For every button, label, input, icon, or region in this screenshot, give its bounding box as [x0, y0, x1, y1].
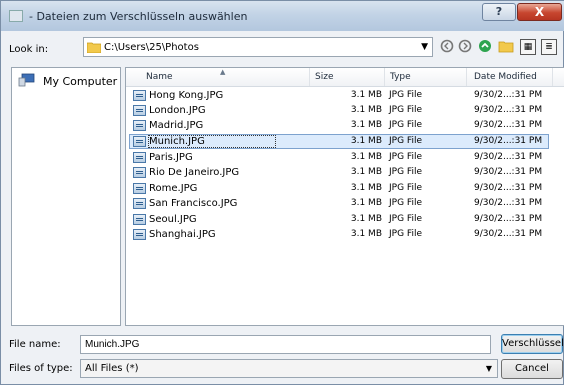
file-row[interactable]: Madrid.JPG 3.1 MB JPG File 9/30/2...:31 …	[126, 119, 564, 134]
file-type: JPG File	[389, 214, 422, 224]
file-type: JPG File	[389, 120, 422, 130]
file-row[interactable]: Rio De Janeiro.JPG 3.1 MB JPG File 9/30/…	[126, 166, 564, 181]
file-row-selected[interactable]: Munich.JPG 3.1 MB JPG File 9/30/2...:31 …	[126, 134, 564, 150]
file-size: 3.1 MB	[350, 90, 382, 100]
file-row[interactable]: San Francisco.JPG 3.1 MB JPG File 9/30/2…	[126, 197, 564, 212]
image-file-icon	[133, 105, 146, 116]
title-bar[interactable]: - Dateien zum Verschlüsseln auswählen ? …	[1, 1, 564, 31]
file-date: 9/30/2...:31 PM	[474, 136, 543, 146]
file-type: JPG File	[389, 183, 422, 193]
file-size: 3.1 MB	[350, 198, 382, 208]
image-file-icon	[133, 90, 146, 101]
file-size: 3.1 MB	[350, 120, 382, 130]
file-type: JPG File	[389, 90, 422, 100]
chevron-down-icon[interactable]: ▼	[421, 42, 428, 52]
column-divider[interactable]	[552, 68, 553, 86]
file-row[interactable]: London.JPG 3.1 MB JPG File 9/30/2...:31 …	[126, 104, 564, 119]
column-size-header[interactable]: Size	[315, 72, 333, 82]
list-view-icon[interactable]: ▦	[520, 39, 536, 55]
image-file-icon	[133, 183, 146, 194]
file-name: Madrid.JPG	[149, 120, 204, 131]
look-in-label: Look in:	[9, 44, 49, 55]
close-button[interactable]: X	[517, 3, 562, 21]
file-name: Seoul.JPG	[149, 214, 197, 225]
column-date-header[interactable]: Date Modified	[474, 72, 537, 82]
file-row[interactable]: Hong Kong.JPG 3.1 MB JPG File 9/30/2...:…	[126, 89, 564, 104]
file-name: London.JPG	[149, 105, 206, 116]
file-size: 3.1 MB	[350, 214, 382, 224]
file-date: 9/30/2...:31 PM	[474, 229, 543, 239]
file-type: JPG File	[389, 198, 422, 208]
file-row[interactable]: Shanghai.JPG 3.1 MB JPG File 9/30/2...:3…	[126, 228, 564, 243]
file-type: JPG File	[389, 152, 422, 162]
file-size: 3.1 MB	[350, 229, 382, 239]
encrypt-button[interactable]: Verschlüsseln	[501, 334, 564, 354]
file-list-header: ▲ Name Size Type Date Modified	[126, 68, 564, 87]
detail-view-icon[interactable]: ≣	[541, 39, 557, 55]
sort-ascending-icon: ▲	[220, 68, 226, 76]
green-up-icon[interactable]	[477, 39, 493, 55]
file-name: Shanghai.JPG	[149, 229, 216, 240]
file-date: 9/30/2...:31 PM	[474, 105, 543, 115]
column-divider[interactable]	[384, 68, 385, 86]
look-in-combo[interactable]: C:\Users\25\Photos ▼	[83, 37, 433, 57]
file-type: JPG File	[389, 136, 422, 146]
file-date: 9/30/2...:31 PM	[474, 214, 543, 224]
file-name: Munich.JPG	[149, 136, 205, 147]
column-name-header[interactable]: Name	[146, 72, 173, 82]
file-name: Paris.JPG	[149, 152, 193, 163]
file-name: San Francisco.JPG	[149, 198, 238, 209]
file-type-label: Files of type:	[9, 363, 73, 374]
file-type: JPG File	[389, 167, 422, 177]
file-row[interactable]: Rome.JPG 3.1 MB JPG File 9/30/2...:31 PM	[126, 182, 564, 197]
image-file-icon	[133, 214, 146, 225]
image-file-icon	[133, 136, 146, 147]
window-title: - Dateien zum Verschlüsseln auswählen	[29, 10, 248, 23]
new-folder-icon[interactable]	[498, 39, 514, 55]
places-pane: My Computer	[11, 67, 121, 326]
image-file-icon	[133, 229, 146, 240]
file-date: 9/30/2...:31 PM	[474, 152, 543, 162]
file-row[interactable]: Paris.JPG 3.1 MB JPG File 9/30/2...:31 P…	[126, 151, 564, 166]
file-name-label: File name:	[9, 339, 61, 350]
column-type-header[interactable]: Type	[390, 72, 411, 82]
file-date: 9/30/2...:31 PM	[474, 120, 543, 130]
app-icon	[9, 10, 23, 22]
image-file-icon	[133, 152, 146, 163]
file-type-value: All Files (*)	[85, 363, 139, 374]
file-name: Rio De Janeiro.JPG	[149, 167, 240, 178]
file-date: 9/30/2...:31 PM	[474, 90, 543, 100]
column-divider[interactable]	[466, 68, 467, 86]
file-list[interactable]: ▲ Name Size Type Date Modified Hong Kong…	[125, 67, 564, 326]
column-divider[interactable]	[309, 68, 310, 86]
file-type: JPG File	[389, 229, 422, 239]
file-name-field[interactable]	[80, 335, 491, 354]
chevron-down-icon[interactable]: ▼	[486, 364, 492, 373]
circle-right-icon[interactable]	[457, 39, 473, 55]
folder-icon	[87, 42, 101, 53]
file-name: Rome.JPG	[149, 183, 198, 194]
computer-icon	[18, 73, 35, 87]
file-row[interactable]: Seoul.JPG 3.1 MB JPG File 9/30/2...:31 P…	[126, 213, 564, 228]
image-file-icon	[133, 120, 146, 131]
file-date: 9/30/2...:31 PM	[474, 198, 543, 208]
file-date: 9/30/2...:31 PM	[474, 183, 543, 193]
file-date: 9/30/2...:31 PM	[474, 167, 543, 177]
file-name: Hong Kong.JPG	[149, 90, 224, 101]
cancel-button[interactable]: Cancel	[501, 359, 563, 379]
file-dialog-window: - Dateien zum Verschlüsseln auswählen ? …	[0, 0, 564, 385]
image-file-icon	[133, 198, 146, 209]
file-type: JPG File	[389, 105, 422, 115]
look-in-path: C:\Users\25\Photos	[104, 42, 199, 53]
file-size: 3.1 MB	[350, 183, 382, 193]
image-file-icon	[133, 167, 146, 178]
file-size: 3.1 MB	[350, 152, 382, 162]
help-button[interactable]: ?	[482, 3, 516, 21]
file-type-select[interactable]: All Files (*) ▼	[80, 359, 498, 378]
file-size: 3.1 MB	[350, 167, 382, 177]
my-computer-label[interactable]: My Computer	[43, 75, 117, 88]
file-size: 3.1 MB	[350, 136, 382, 146]
circle-left-icon[interactable]	[439, 39, 455, 55]
file-size: 3.1 MB	[350, 105, 382, 115]
